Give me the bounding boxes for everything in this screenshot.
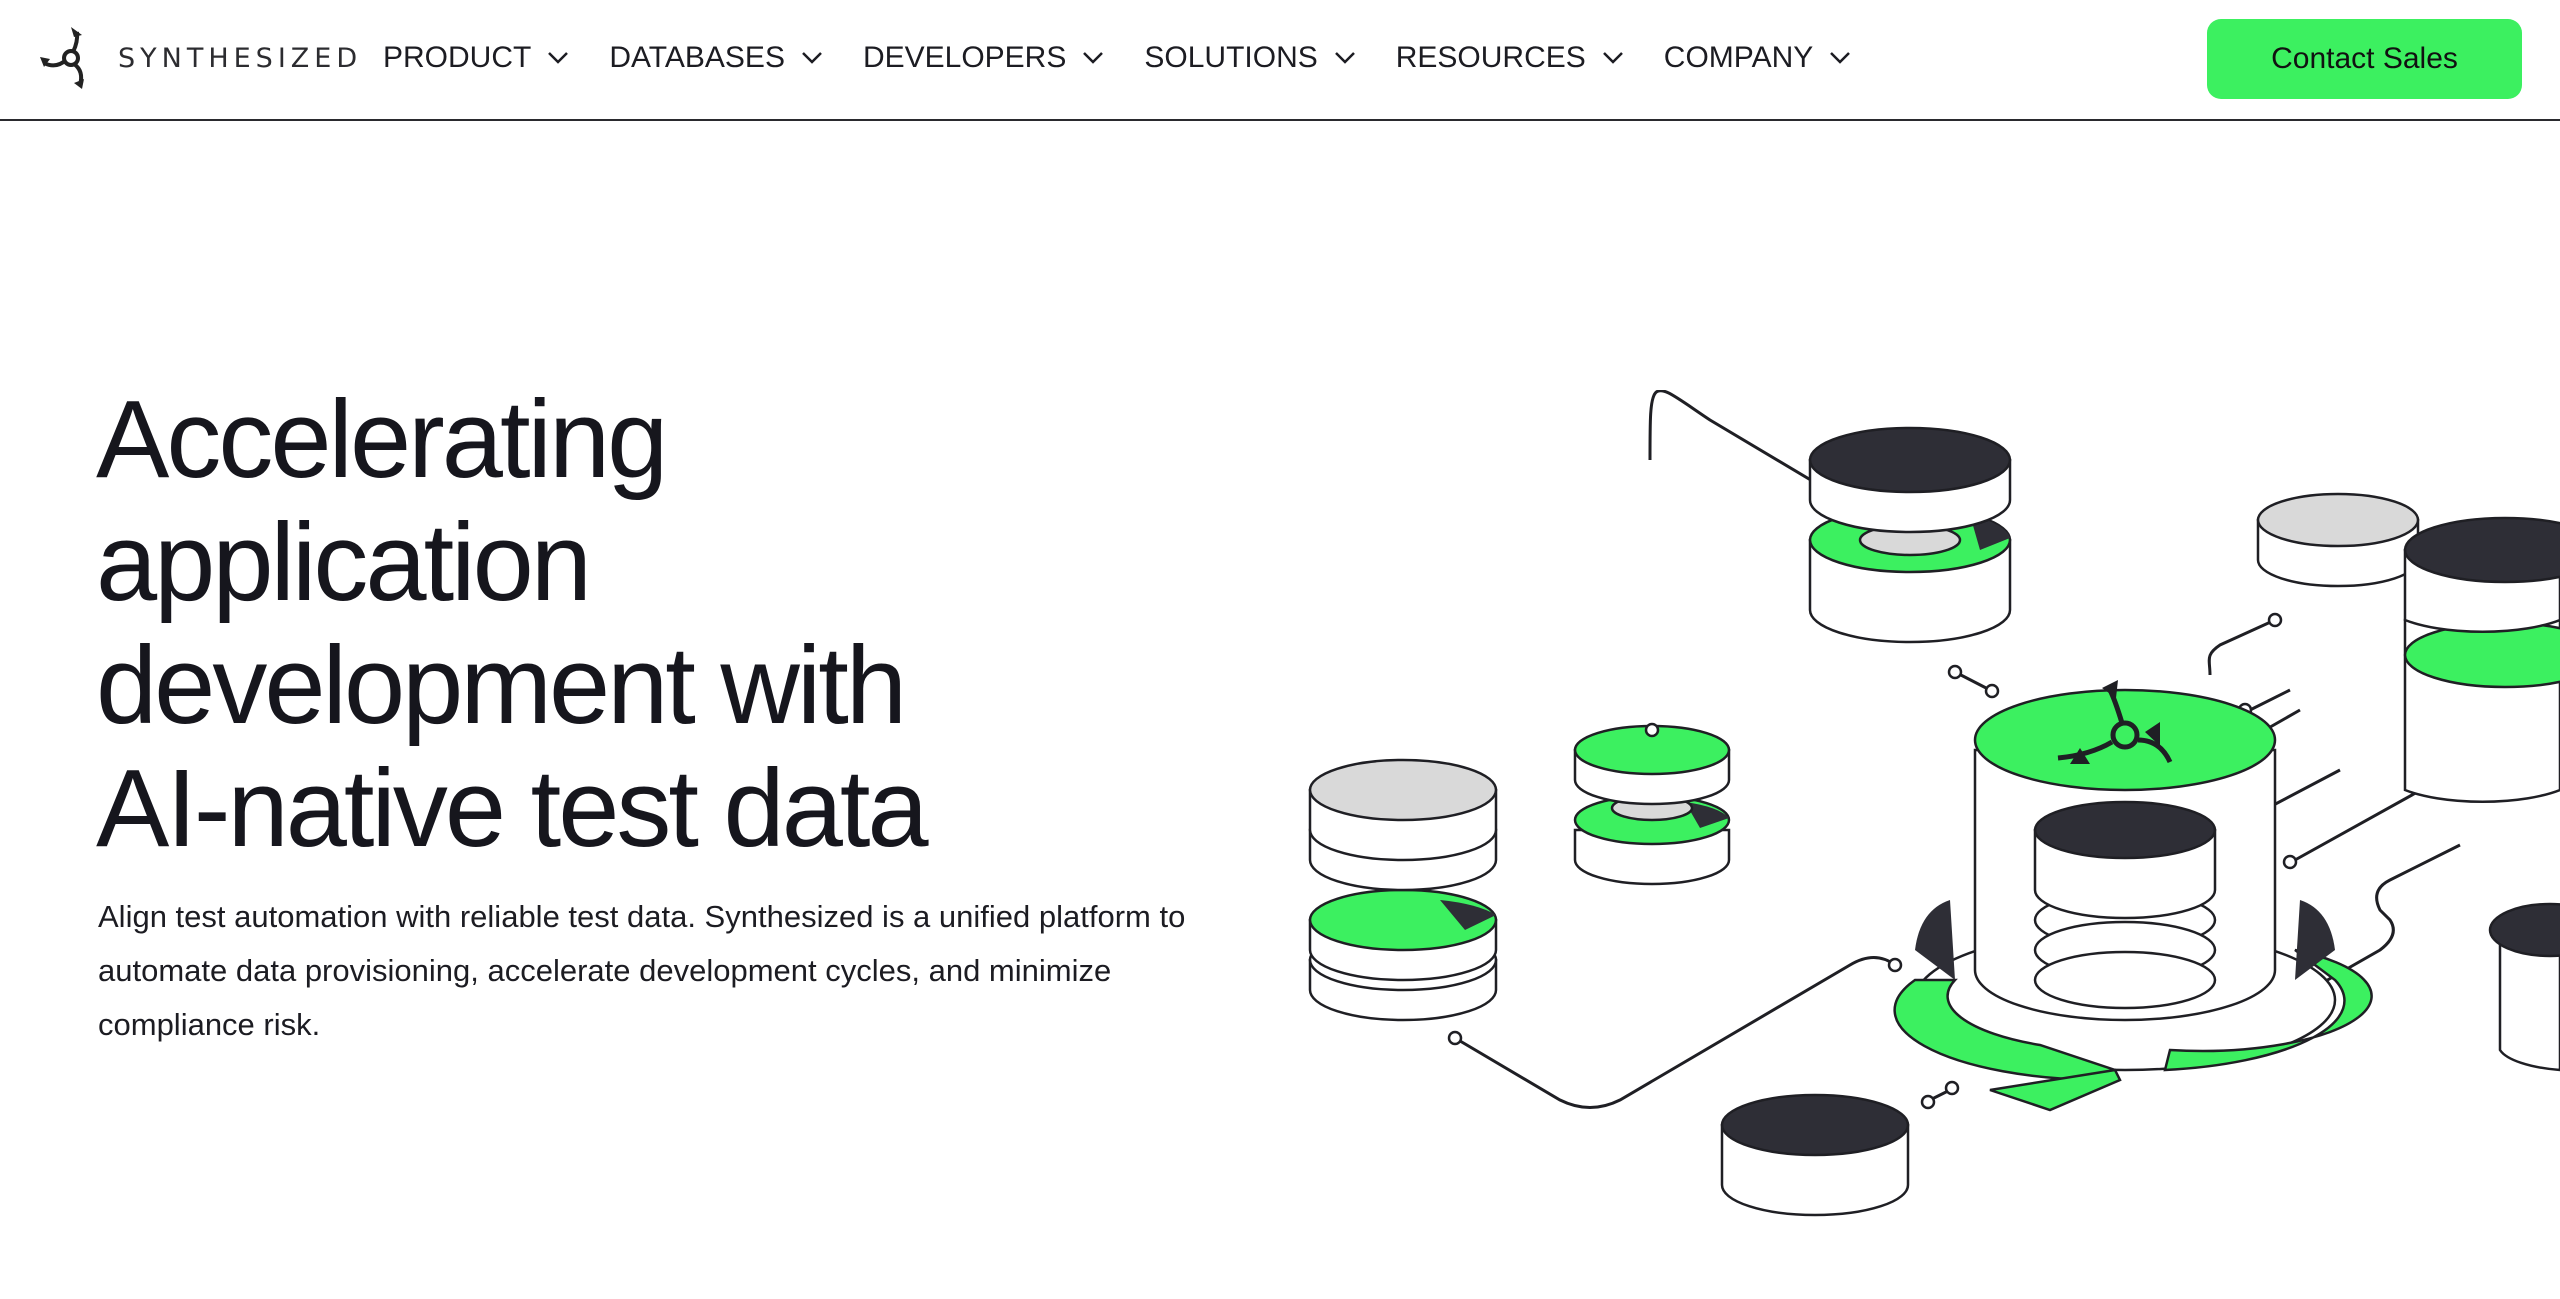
- database-stack-left: [1308, 758, 1498, 1022]
- nav-item-product[interactable]: PRODUCT: [383, 36, 569, 80]
- top-navigation: SYNTHESIZED PRODUCT DATABASES DEVELOPERS…: [0, 0, 2560, 121]
- chevron-down-icon: [548, 52, 569, 64]
- nav-item-label: COMPANY: [1663, 41, 1814, 74]
- hero-title-line: Accelerating: [96, 378, 668, 501]
- hero-title: Accelerating application development wit…: [96, 378, 1196, 870]
- database-stack-top-right: [2256, 492, 2420, 588]
- nav-item-label: DATABASES: [609, 41, 785, 74]
- hero-title-line: application: [96, 501, 592, 624]
- database-stack-bottom-dark: [1720, 1093, 1910, 1217]
- database-illustration: .o { stroke:#1f1f24; stroke-width:2.5; }…: [1308, 390, 2560, 1217]
- main-menu: PRODUCT DATABASES DEVELOPERS SOLUTIONS R…: [383, 36, 1891, 80]
- central-hub-database: [1893, 680, 2373, 1112]
- nav-item-label: DEVELOPERS: [862, 41, 1067, 74]
- brand-logo[interactable]: SYNTHESIZED: [40, 26, 362, 90]
- chevron-down-icon: [1830, 52, 1851, 64]
- chevron-down-icon: [1334, 52, 1355, 64]
- hero-title-line: development with: [96, 624, 907, 747]
- nav-item-databases[interactable]: DATABASES: [609, 36, 823, 80]
- contact-sales-button[interactable]: Contact Sales: [2207, 19, 2522, 99]
- hero-title-line: AI-native test data: [96, 747, 929, 870]
- nav-item-label: PRODUCT: [383, 41, 532, 74]
- hero-description: Align test automation with reliable test…: [98, 899, 1186, 1042]
- chevron-down-icon: [1602, 52, 1623, 64]
- database-stack-small-green: [1573, 722, 1731, 886]
- nav-item-resources[interactable]: RESOURCES: [1396, 36, 1624, 80]
- nav-item-solutions[interactable]: SOLUTIONS: [1144, 36, 1355, 80]
- nav-item-label: SOLUTIONS: [1144, 41, 1318, 74]
- nav-item-developers[interactable]: DEVELOPERS: [863, 36, 1104, 80]
- chevron-down-icon: [1083, 52, 1104, 64]
- nav-item-company[interactable]: COMPANY: [1664, 36, 1851, 80]
- nav-item-label: RESOURCES: [1395, 41, 1586, 74]
- database-stack-top-dark: [1808, 426, 2012, 644]
- synthesized-logo-icon: [40, 27, 84, 89]
- chevron-down-icon: [802, 52, 822, 64]
- database-stack-right-edge: [2403, 516, 2560, 1072]
- brand-name: SYNTHESIZED: [118, 42, 363, 74]
